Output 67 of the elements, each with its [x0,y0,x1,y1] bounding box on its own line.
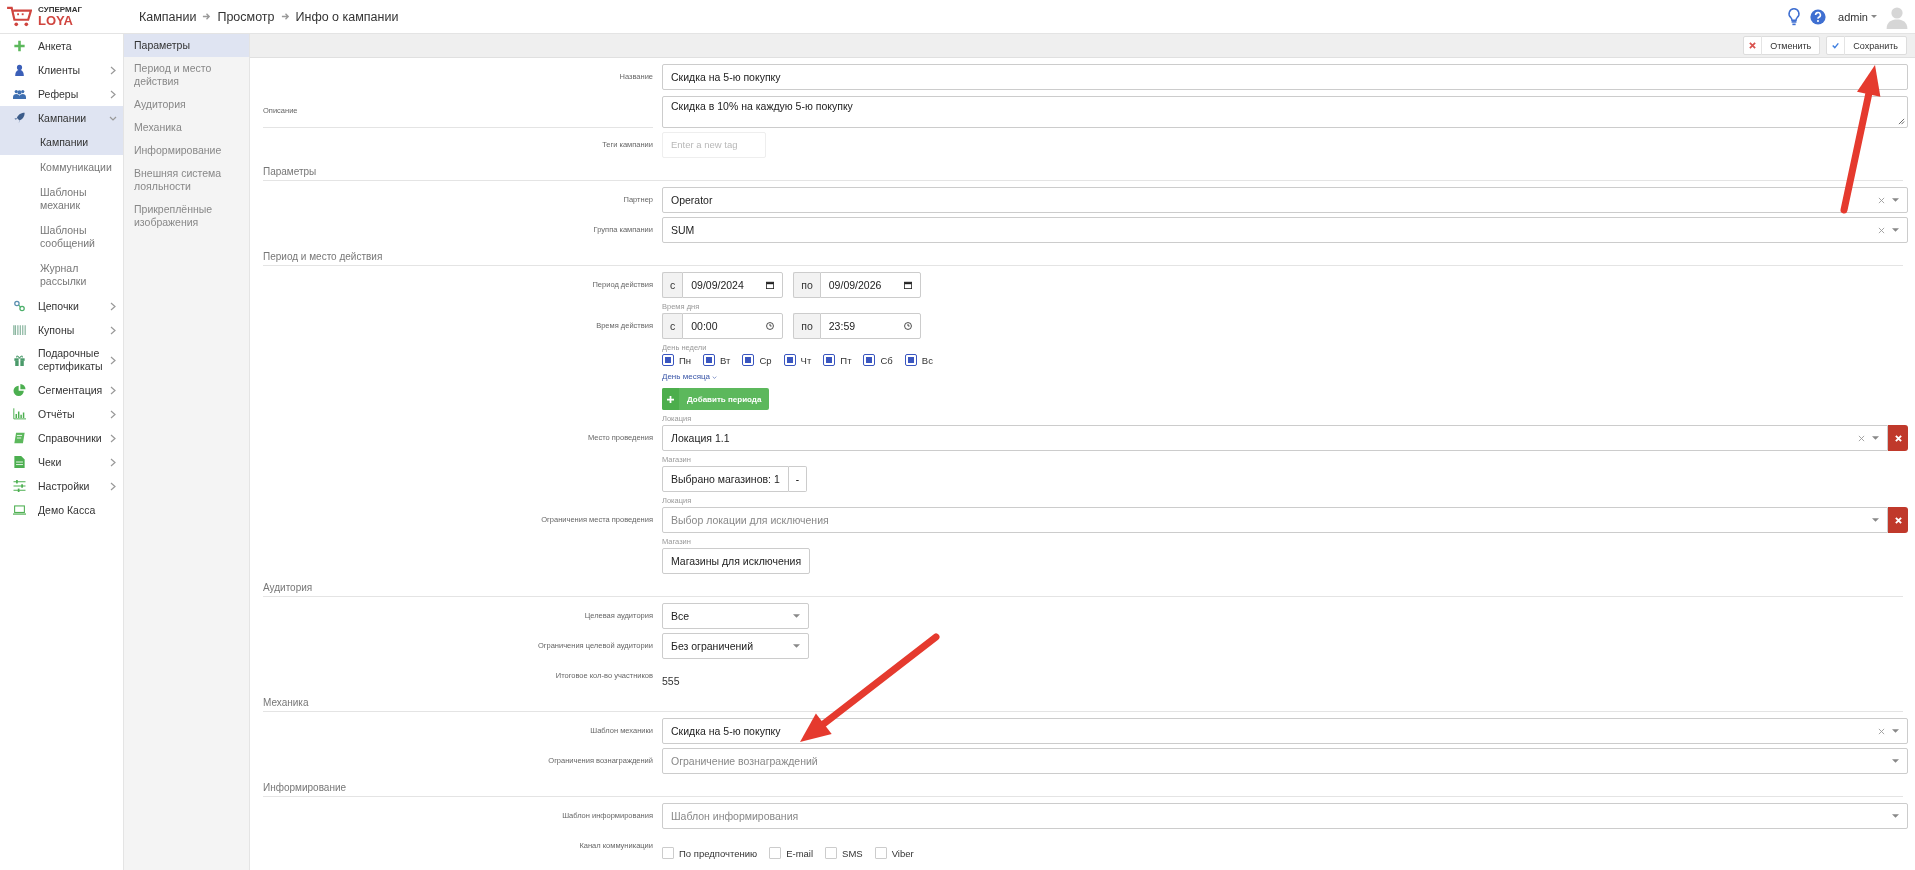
checkbox-label: Сб [880,354,893,366]
checkbox-label: Ср [759,354,772,366]
select-field[interactable]: Без ограничений [662,633,809,659]
toolbar-button[interactable]: Отменить [1743,36,1821,55]
sidebar-item[interactable]: Анкета [0,34,123,58]
sidebar-subitem[interactable]: Кампании [0,130,123,155]
textarea-field[interactable]: Скидка в 10% на каждую 5-ю покупку [662,96,1908,128]
checkbox-label: Вт [720,354,731,366]
sidebar-item[interactable]: Отчёты [0,402,123,426]
user-menu[interactable]: admin [1838,10,1877,23]
input-prefix: по [793,272,820,298]
breadcrumb-link[interactable]: Просмотр [217,9,275,24]
sidebar-item[interactable]: Цепочки [0,294,123,318]
section-title: Механика [263,693,1903,712]
section-title: Аудитория [263,578,1903,597]
sidebar-item[interactable]: Подарочные сертификаты [0,342,123,378]
select-field[interactable]: Скидка на 5-ю покупку [662,718,1908,744]
breadcrumb-link[interactable]: Кампании [139,9,197,24]
section-nav-item[interactable]: Параметры [124,34,249,57]
select-field[interactable]: SUM [662,217,1908,243]
checkbox-label: E-mail [786,847,814,859]
exclude-stores-button[interactable]: Магазины для исключения [662,548,811,574]
select-field[interactable]: Выбор локации для исключения [662,507,1889,533]
toolbar-button[interactable]: Сохранить [1826,36,1907,55]
checkbox-label: Пн [679,354,692,366]
select-field[interactable]: Шаблон информирования [662,803,1908,829]
sidebar-item[interactable]: Кампании [0,106,123,130]
input-prefix: с [662,272,683,298]
sidebar-subitem[interactable]: Шаблоны сообщений [0,218,123,256]
sidebar-item[interactable]: Настройки [0,474,123,498]
sidebar-item[interactable]: Сегментация [0,378,123,402]
input-field[interactable]: 23:59 [819,313,921,339]
sidebar-item[interactable]: Клиенты [0,58,123,82]
breadcrumb-link[interactable]: Инфо о кампании [295,9,399,24]
select-field[interactable]: Локация 1.1 [662,425,1889,451]
sidebar-item[interactable]: Демо Касса [0,498,123,522]
checkbox-label: Viber [891,847,914,859]
sidebar-item[interactable]: Справочники [0,426,123,450]
sidebar-item[interactable]: Купоны [0,318,123,342]
checkbox-label: Пт [840,354,852,366]
logo-title: LOYA [38,14,74,27]
input-field[interactable]: 09/09/2026 [819,272,921,298]
section-title: Информирование [263,778,1903,797]
input-prefix: по [793,313,820,339]
sidebar-subitem[interactable]: Коммуникации [0,155,123,180]
input-prefix: с [662,313,683,339]
select-field[interactable]: Ограничение вознаграждений [662,748,1908,774]
checkbox-label: SMS [842,847,863,859]
input-field[interactable]: Скидка на 5-ю покупку [662,64,1908,90]
section-title: Параметры [263,162,1903,181]
checkbox-label: Вс [921,354,933,366]
sidebar-subitem[interactable]: Шаблоны механик [0,180,123,218]
stores-toggle-button[interactable]: - [788,466,808,492]
participant-count: 555 [662,674,680,689]
select-field[interactable]: Все [662,603,809,629]
day-of-month-link[interactable]: День месяца [662,370,717,384]
sidebar-item[interactable]: Реферы [0,82,123,106]
sidebar-subitem[interactable]: Журнал рассылки [0,256,123,294]
logo-subtitle: СУПЕРМАГ [38,6,82,14]
section-title: Период и место действия [263,247,1903,266]
input-field[interactable]: 00:00 [682,313,784,339]
stores-field[interactable]: Выбрано магазинов: 1 [662,466,789,492]
checkbox-label: Чт [800,354,812,366]
input-field[interactable]: 09/09/2024 [682,272,784,298]
select-field[interactable]: Operator [662,187,1908,213]
checkbox-label: По предпочтению [679,847,758,859]
sidebar-item[interactable]: Чеки [0,450,123,474]
